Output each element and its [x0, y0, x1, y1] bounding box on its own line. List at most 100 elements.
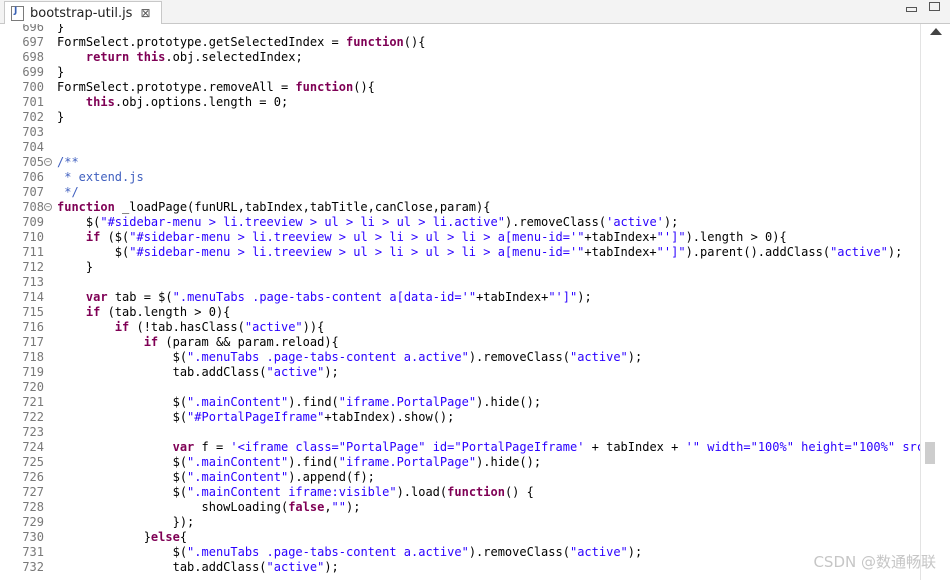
fold-collapse-icon[interactable]: − — [44, 203, 52, 211]
code-line[interactable]: 705−/** — [0, 155, 920, 170]
line-number: 715 — [22, 305, 44, 319]
code-line[interactable]: 707 */ — [0, 185, 920, 200]
code-line[interactable]: 704 — [0, 140, 920, 155]
code-line[interactable]: 732 tab.addClass("active"); — [0, 560, 920, 575]
code-line[interactable]: 711 $("#sidebar-menu > li.treeview > ul … — [0, 245, 920, 260]
line-number: 704 — [22, 140, 44, 154]
line-number: 722 — [22, 410, 44, 424]
code-text: $("#sidebar-menu > li.treeview > ul > li… — [57, 245, 903, 259]
code-text: if ($("#sidebar-menu > li.treeview > ul … — [85, 230, 787, 244]
code-line[interactable]: 702} — [0, 110, 920, 125]
code-text: FormSelect.prototype.getSelectedIndex = … — [57, 35, 426, 49]
code-line[interactable]: 708− function _loadPage(funURL,tabIndex,t… — [0, 200, 920, 215]
code-line[interactable]: 716 if (!tab.hasClass("active")){ — [0, 320, 920, 335]
code-text: var tab = $(".menuTabs .page-tabs-conten… — [85, 290, 592, 304]
code-line[interactable]: 698 return this.obj.selectedIndex; — [0, 50, 920, 65]
scrollbar-thumb[interactable] — [925, 442, 935, 464]
code-line[interactable]: 712 } — [0, 260, 920, 275]
line-number: 707 — [22, 185, 44, 199]
file-tab-title: bootstrap-util.js — [30, 5, 133, 21]
code-line[interactable]: 700 FormSelect.prototype.removeAll = func… — [0, 80, 920, 95]
code-text: }else{ — [57, 530, 188, 544]
watermark: CSDN @数通畅联 — [813, 553, 936, 571]
code-text: showLoading(false,""); — [57, 500, 361, 514]
code-line[interactable]: 713 — [0, 275, 920, 290]
line-number: 731 — [22, 545, 44, 559]
code-text: FormSelect.prototype.removeAll = functio… — [57, 80, 375, 94]
code-line[interactable]: 697 FormSelect.prototype.getSelectedIndex… — [0, 35, 920, 50]
line-number: 729 — [22, 515, 44, 529]
code-text: }); — [57, 515, 195, 529]
code-text: * extend.js — [57, 170, 144, 184]
maximize-icon[interactable] — [929, 2, 940, 11]
code-text: this.obj.options.length = 0; — [85, 95, 289, 109]
line-number: 705 — [22, 155, 44, 169]
code-line[interactable]: 710 if ($("#sidebar-menu > li.treeview >… — [0, 230, 920, 245]
line-number: 727 — [22, 485, 44, 499]
scroll-up-arrow-icon[interactable] — [930, 28, 942, 35]
line-number: 718 — [22, 350, 44, 364]
code-editor[interactable]: 696} 697 FormSelect.prototype.getSelectedI… — [0, 24, 950, 580]
code-line[interactable]: 730 }else{ — [0, 530, 920, 545]
code-line[interactable]: 699} — [0, 65, 920, 80]
code-line[interactable]: 696} — [0, 24, 920, 35]
code-text: $(".mainContent").find("iframe.PortalPag… — [57, 395, 542, 409]
code-text: */ — [57, 185, 79, 199]
vertical-scrollbar[interactable] — [920, 24, 950, 580]
code-text: } — [57, 110, 65, 124]
code-line[interactable]: 714 var tab = $(".menuTabs .page-tabs-co… — [0, 290, 920, 305]
line-number: 726 — [22, 470, 44, 484]
close-tab-icon[interactable]: ⊠ — [140, 6, 150, 20]
line-number: 706 — [22, 170, 44, 184]
line-number: 708 — [22, 200, 44, 214]
line-number: 710 — [22, 230, 44, 244]
line-number: 721 — [22, 395, 44, 409]
code-line[interactable]: 721 $(".mainContent").find("iframe.Porta… — [0, 395, 920, 410]
code-line[interactable]: 729 }); — [0, 515, 920, 530]
line-number: 730 — [22, 530, 44, 544]
window-controls — [906, 2, 940, 12]
code-line[interactable]: 719 tab.addClass("active"); — [0, 365, 920, 380]
code-line[interactable]: 706 * extend.js — [0, 170, 920, 185]
line-number: 696 — [22, 24, 44, 34]
code-text: tab.addClass("active"); — [57, 365, 339, 379]
file-tab[interactable]: bootstrap-util.js ⊠ — [4, 1, 162, 24]
line-number: 719 — [22, 365, 44, 379]
code-text: $(".mainContent").find("iframe.PortalPag… — [57, 455, 542, 469]
line-number: 725 — [22, 455, 44, 469]
code-line[interactable]: 709 $("#sidebar-menu > li.treeview > ul … — [0, 215, 920, 230]
code-line[interactable]: 701 this.obj.options.length = 0; — [0, 95, 920, 110]
line-number: 714 — [22, 290, 44, 304]
code-line[interactable]: 703 — [0, 125, 920, 140]
code-line[interactable]: 715 if (tab.length > 0){ — [0, 305, 920, 320]
code-line[interactable]: 720 — [0, 380, 920, 395]
code-line[interactable]: 725 $(".mainContent").find("iframe.Porta… — [0, 455, 920, 470]
code-text: tab.addClass("active"); — [57, 560, 339, 574]
minimize-icon[interactable] — [906, 7, 917, 12]
code-text: $("#sidebar-menu > li.treeview > ul > li… — [57, 215, 679, 229]
code-line[interactable]: 724 var f = '<iframe class="PortalPage" … — [0, 440, 945, 455]
line-number: 716 — [22, 320, 44, 334]
line-number: 697 — [22, 35, 44, 49]
code-text: /** — [57, 155, 79, 169]
code-line[interactable]: 717 if (param && param.reload){ — [0, 335, 920, 350]
line-number: 724 — [22, 440, 44, 454]
javascript-file-icon — [11, 5, 24, 21]
code-text: $(".menuTabs .page-tabs-content a.active… — [57, 350, 643, 364]
code-line[interactable]: 728 showLoading(false,""); — [0, 500, 920, 515]
line-number: 711 — [22, 245, 44, 259]
code-line[interactable]: 726 $(".mainContent").append(f); — [0, 470, 920, 485]
line-number: 698 — [22, 50, 44, 64]
code-line[interactable]: 723 — [0, 425, 920, 440]
code-line[interactable]: 718 $(".menuTabs .page-tabs-content a.ac… — [0, 350, 920, 365]
fold-collapse-icon[interactable]: − — [44, 158, 52, 166]
code-line[interactable]: 731 $(".menuTabs .page-tabs-content a.ac… — [0, 545, 920, 560]
line-number: 712 — [22, 260, 44, 274]
line-number: 700 — [22, 80, 44, 94]
code-line[interactable]: 722 $("#PortalPageIframe"+tabIndex).show… — [0, 410, 920, 425]
code-line[interactable]: 727 $(".mainContent iframe:visible").loa… — [0, 485, 920, 500]
code-text: $("#PortalPageIframe"+tabIndex).show(); — [57, 410, 455, 424]
line-number: 728 — [22, 500, 44, 514]
line-number: 709 — [22, 215, 44, 229]
code-text: function _loadPage(funURL,tabIndex,tabTi… — [57, 200, 491, 214]
